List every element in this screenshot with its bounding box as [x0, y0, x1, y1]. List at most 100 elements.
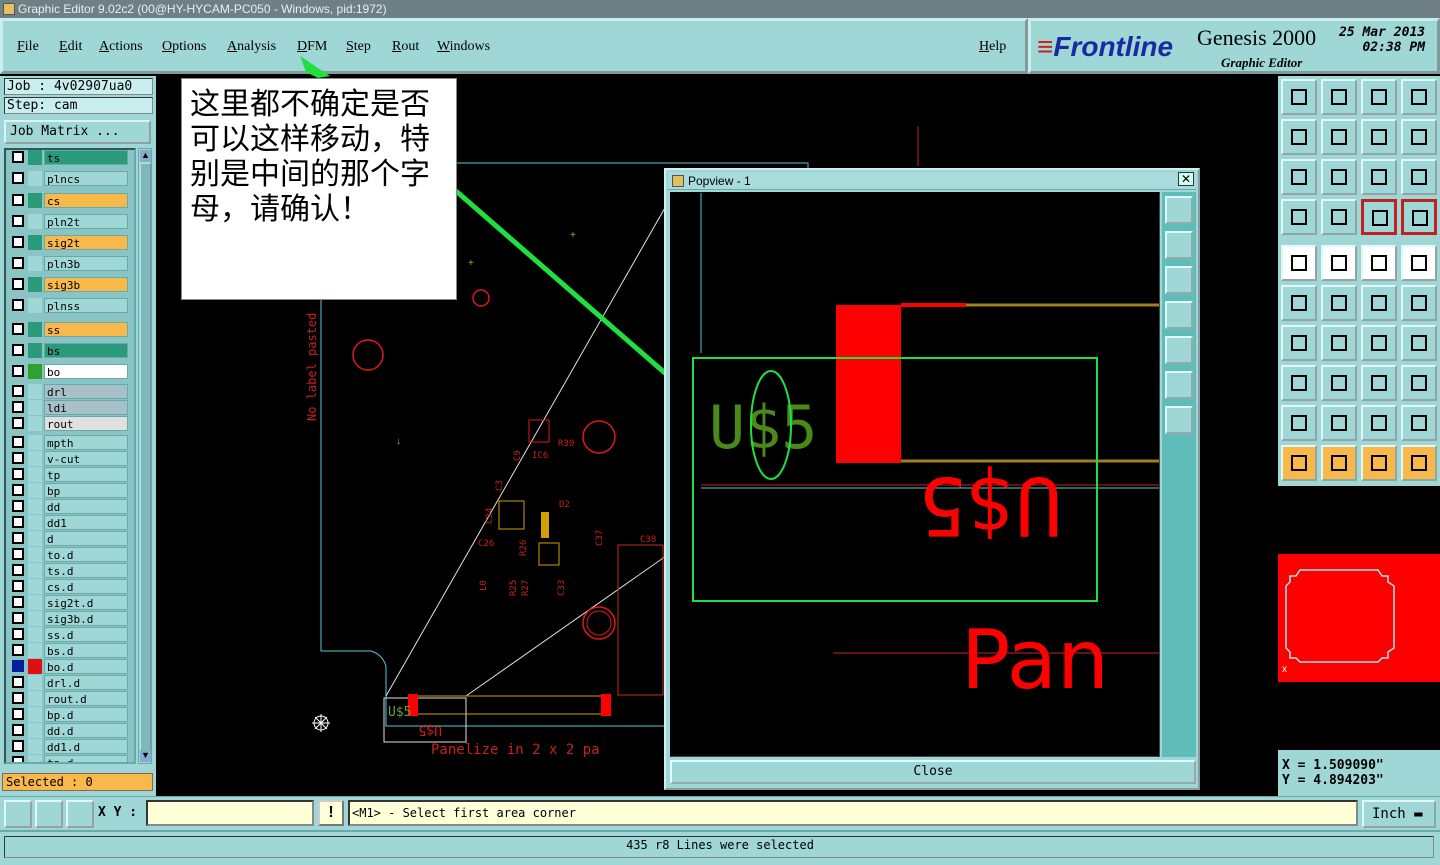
- layer-row[interactable]: ss.d: [8, 627, 134, 642]
- fit-icon[interactable]: [1281, 159, 1317, 195]
- layer-row[interactable]: dd1.d: [8, 739, 134, 754]
- pointer-box-icon[interactable]: [1321, 445, 1357, 481]
- layer-name[interactable]: rout: [44, 416, 128, 431]
- layer-checkbox[interactable]: [12, 548, 24, 560]
- connect-icon[interactable]: [1281, 285, 1317, 321]
- layer-checkbox[interactable]: [12, 612, 24, 624]
- pointer-icon[interactable]: [1281, 445, 1317, 481]
- menu-options[interactable]: Options: [162, 39, 206, 55]
- layer-row[interactable]: pln2t: [8, 214, 134, 229]
- layer-name[interactable]: sig3b.d: [44, 611, 128, 626]
- units-selector[interactable]: Inch ▬: [1362, 800, 1436, 828]
- layer-name[interactable]: ss.d: [44, 627, 128, 642]
- triangle4-icon[interactable]: [1401, 405, 1437, 441]
- popview-fit-icon[interactable]: [1165, 371, 1193, 399]
- layer-name[interactable]: ldi: [44, 400, 128, 415]
- xy-input[interactable]: [146, 800, 314, 826]
- help-icon[interactable]: [1401, 159, 1437, 195]
- add-pad-icon[interactable]: [1281, 365, 1317, 401]
- layer-name[interactable]: bo: [44, 364, 128, 379]
- layer-name[interactable]: sig2t: [44, 235, 128, 250]
- layer-checkbox[interactable]: [12, 236, 24, 248]
- layer-name[interactable]: dd1.d: [44, 739, 128, 754]
- popview-pan-down-icon[interactable]: [1165, 266, 1193, 294]
- layer-name[interactable]: rout.d: [44, 691, 128, 706]
- menu-file[interactable]: File: [17, 39, 39, 55]
- layer-checkbox[interactable]: [12, 365, 24, 377]
- layer-checkbox[interactable]: [12, 344, 24, 356]
- vector2-icon[interactable]: [1401, 285, 1437, 321]
- layers-red2-icon[interactable]: [1401, 199, 1437, 235]
- popview-pan-up-icon[interactable]: [1165, 231, 1193, 259]
- menu-edit[interactable]: Edit: [59, 39, 82, 55]
- layer-name[interactable]: dd1: [44, 515, 128, 530]
- layer-row[interactable]: to.d: [8, 547, 134, 562]
- rotate-icon[interactable]: [1401, 119, 1437, 155]
- right-icon[interactable]: [1321, 119, 1357, 155]
- layer-row[interactable]: drl: [8, 384, 134, 399]
- layer-checkbox[interactable]: [12, 532, 24, 544]
- grid-icon[interactable]: [66, 800, 94, 828]
- layer-row[interactable]: bs.d: [8, 643, 134, 658]
- home-icon[interactable]: [1281, 79, 1317, 115]
- popview-titlebar[interactable]: Popview - 1: [668, 172, 1196, 190]
- vector-icon[interactable]: [1361, 285, 1397, 321]
- popview-pan-right-icon[interactable]: [1165, 336, 1193, 364]
- layer-row[interactable]: cs.d: [8, 579, 134, 594]
- layer-checkbox[interactable]: [12, 500, 24, 512]
- pad-icon[interactable]: [1401, 245, 1437, 281]
- layer-checkbox[interactable]: [12, 564, 24, 576]
- layer-name[interactable]: tp.d: [44, 755, 128, 762]
- layer-row[interactable]: mpth: [8, 435, 134, 450]
- layer-name[interactable]: drl: [44, 384, 128, 399]
- scroll-down-icon[interactable]: ▼: [140, 750, 151, 762]
- scroll-thumb[interactable]: [140, 163, 151, 751]
- layer-checkbox[interactable]: [12, 172, 24, 184]
- layer-name[interactable]: bo.d: [44, 659, 128, 674]
- pointer-box2-icon[interactable]: [1361, 445, 1397, 481]
- layer-name[interactable]: sig3b: [44, 277, 128, 292]
- snap-icon[interactable]: [35, 800, 63, 828]
- layer-row[interactable]: bp.d: [8, 707, 134, 722]
- layer-row[interactable]: dd: [8, 499, 134, 514]
- layer-checkbox[interactable]: [12, 323, 24, 335]
- center-icon[interactable]: [1321, 159, 1357, 195]
- layer-name[interactable]: cs: [44, 193, 128, 208]
- layer-name[interactable]: v-cut: [44, 451, 128, 466]
- triangle3-icon[interactable]: [1361, 405, 1397, 441]
- job-matrix-button[interactable]: Job Matrix ...: [4, 120, 151, 144]
- layer-checkbox[interactable]: [12, 644, 24, 656]
- layer-checkbox[interactable]: [12, 692, 24, 704]
- layer-checkbox[interactable]: [12, 452, 24, 464]
- layer-name[interactable]: d: [44, 531, 128, 546]
- menu-rout[interactable]: Rout: [392, 39, 419, 55]
- popview-zoom-icon[interactable]: [1165, 196, 1193, 224]
- layer-row[interactable]: dd1: [8, 515, 134, 530]
- layer-row[interactable]: bp: [8, 483, 134, 498]
- layer-name[interactable]: pln3b: [44, 256, 128, 271]
- settings-icon[interactable]: [1281, 199, 1317, 235]
- layer-name[interactable]: bs.d: [44, 643, 128, 658]
- triangle-icon[interactable]: [1281, 405, 1317, 441]
- layer-name[interactable]: plnss: [44, 298, 128, 313]
- layer-row[interactable]: ldi: [8, 400, 134, 415]
- route-icon[interactable]: [1401, 445, 1437, 481]
- layer-name[interactable]: tp: [44, 467, 128, 482]
- layer-name[interactable]: bp.d: [44, 707, 128, 722]
- alert-icon[interactable]: !: [318, 800, 344, 826]
- layer-checkbox[interactable]: [12, 484, 24, 496]
- layer-checkbox[interactable]: [12, 740, 24, 752]
- menu-step[interactable]: Step: [346, 39, 371, 55]
- layer-checkbox[interactable]: [12, 215, 24, 227]
- layer-checkbox[interactable]: [12, 299, 24, 311]
- angle-icon[interactable]: [1281, 325, 1317, 361]
- layers-red-icon[interactable]: [1361, 199, 1397, 235]
- popview-center-icon[interactable]: [1165, 406, 1193, 434]
- layer-scrollbar[interactable]: ▲ ▼: [138, 148, 152, 764]
- layer-checkbox[interactable]: [12, 756, 24, 762]
- menu-windows[interactable]: Windows: [437, 39, 490, 55]
- measure-icon[interactable]: [1321, 245, 1357, 281]
- layer-checkbox[interactable]: [12, 628, 24, 640]
- menu-dfm[interactable]: DFM: [297, 39, 327, 55]
- line-icon[interactable]: [1321, 325, 1357, 361]
